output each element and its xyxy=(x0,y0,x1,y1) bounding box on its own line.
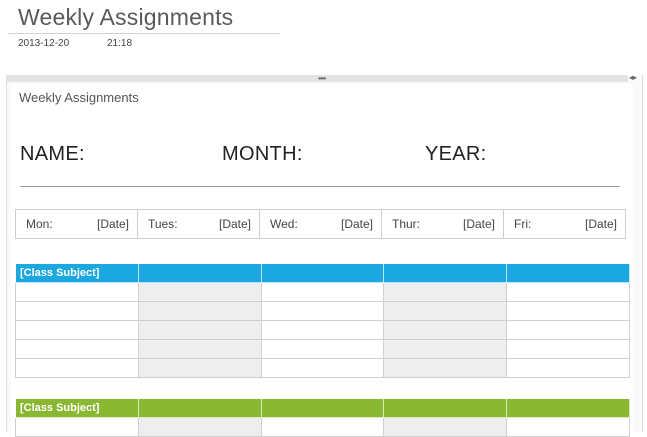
weekday-date: [Date] xyxy=(462,217,495,231)
table-cell[interactable] xyxy=(260,282,385,302)
table-row xyxy=(15,358,630,378)
subject-header-row: [Class Subject] xyxy=(15,263,630,283)
year-label[interactable]: YEAR: xyxy=(425,143,487,166)
month-label[interactable]: MONTH: xyxy=(222,143,303,166)
table-cell[interactable] xyxy=(15,358,139,378)
weekday-date: [Date] xyxy=(96,217,129,231)
table-cell[interactable] xyxy=(15,417,139,437)
table-row xyxy=(15,282,630,302)
sheet-title[interactable]: Weekly Assignments xyxy=(19,90,139,105)
weekday-date: [Date] xyxy=(584,217,617,231)
weekday-name: Tues: xyxy=(148,217,178,231)
weekday-name: Wed: xyxy=(270,217,298,231)
table-cell[interactable] xyxy=(506,339,630,359)
table-cell[interactable] xyxy=(383,301,508,321)
table-row xyxy=(15,301,630,321)
subject-header-cell[interactable] xyxy=(137,398,262,418)
table-cell[interactable] xyxy=(506,301,630,321)
table-cell[interactable] xyxy=(506,320,630,340)
subject-label-cell[interactable]: [Class Subject] xyxy=(15,263,139,283)
weekday-name: Fri: xyxy=(514,217,532,231)
table-cell[interactable] xyxy=(383,417,508,437)
header-divider xyxy=(20,186,620,187)
table-cell[interactable] xyxy=(260,358,385,378)
subject-label-cell[interactable]: [Class Subject] xyxy=(15,398,139,418)
table-cell[interactable] xyxy=(506,417,630,437)
table-cell[interactable] xyxy=(137,282,262,302)
weekday-date: [Date] xyxy=(340,217,373,231)
table-cell[interactable] xyxy=(383,320,508,340)
page-time: 21:18 xyxy=(107,38,133,49)
table-row xyxy=(15,320,630,340)
resize-arrows-icon[interactable]: ◂▸ xyxy=(629,74,637,82)
table-cell[interactable] xyxy=(15,301,139,321)
weekday-name: Mon: xyxy=(26,217,53,231)
weekday-cell-tues[interactable]: Tues: [Date] xyxy=(138,210,260,238)
table-cell[interactable] xyxy=(506,358,630,378)
subject-header-cell[interactable] xyxy=(260,398,385,418)
weekday-name: Thur: xyxy=(392,217,421,231)
drag-grip-icon[interactable]: •••• xyxy=(318,75,326,83)
weekday-cell-thur[interactable]: Thur: [Date] xyxy=(382,210,504,238)
subject-header-cell[interactable] xyxy=(260,263,385,283)
weekday-cell-wed[interactable]: Wed: [Date] xyxy=(260,210,382,238)
table-cell[interactable] xyxy=(260,320,385,340)
table-row xyxy=(15,339,630,359)
table-cell[interactable] xyxy=(383,358,508,378)
table-cell[interactable] xyxy=(15,282,139,302)
page-title[interactable]: Weekly Assignments xyxy=(18,4,233,31)
container-drag-bar[interactable] xyxy=(6,75,628,82)
table-cell[interactable] xyxy=(137,358,262,378)
page-date: 2013-12-20 xyxy=(18,38,70,49)
table-cell[interactable] xyxy=(137,320,262,340)
weekday-cell-fri[interactable]: Fri: [Date] xyxy=(504,210,625,238)
table-cell[interactable] xyxy=(260,417,385,437)
subject-header-cell[interactable] xyxy=(383,263,508,283)
table-cell[interactable] xyxy=(137,339,262,359)
weekday-date: [Date] xyxy=(218,217,251,231)
subject-header-cell[interactable] xyxy=(506,398,630,418)
subject-header-cell[interactable] xyxy=(383,398,508,418)
table-cell[interactable] xyxy=(506,282,630,302)
table-cell[interactable] xyxy=(383,339,508,359)
table-cell[interactable] xyxy=(137,417,262,437)
title-divider xyxy=(8,33,280,34)
subject-table-green: [Class Subject] xyxy=(15,398,630,437)
table-row xyxy=(15,417,630,437)
table-cell[interactable] xyxy=(383,282,508,302)
table-cell[interactable] xyxy=(260,339,385,359)
subject-header-cell[interactable] xyxy=(137,263,262,283)
table-cell[interactable] xyxy=(15,320,139,340)
table-cell[interactable] xyxy=(15,339,139,359)
table-cell[interactable] xyxy=(137,301,262,321)
weekday-cell-mon[interactable]: Mon: [Date] xyxy=(16,210,138,238)
subject-header-cell[interactable] xyxy=(506,263,630,283)
subject-table-blue: [Class Subject] xyxy=(15,263,630,378)
subject-header-row: [Class Subject] xyxy=(15,398,630,418)
weekday-header-table: Mon: [Date] Tues: [Date] Wed: [Date] Thu… xyxy=(15,209,626,239)
table-cell[interactable] xyxy=(260,301,385,321)
name-label[interactable]: NAME: xyxy=(20,143,85,166)
assignment-sheet xyxy=(11,84,633,432)
